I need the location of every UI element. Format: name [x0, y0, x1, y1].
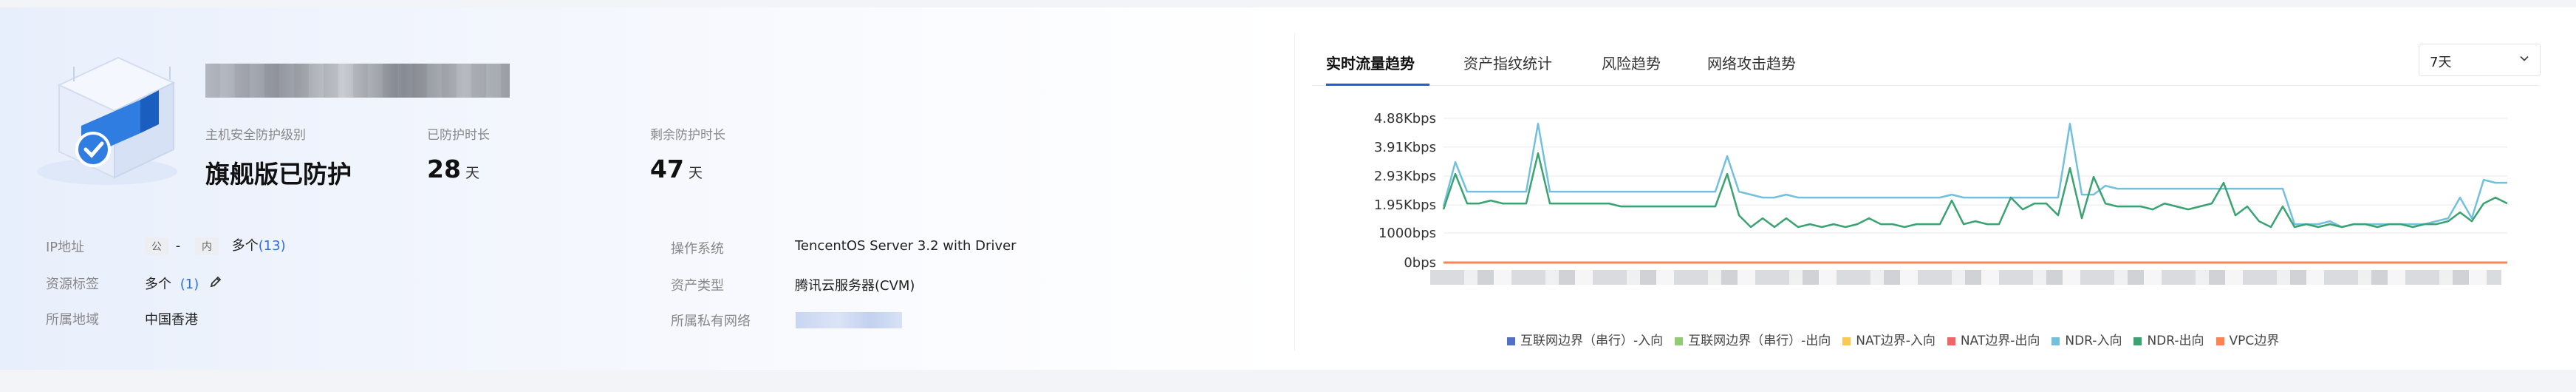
legend-label: NAT边界-出向 — [1960, 334, 2040, 348]
tab-risk-trend[interactable]: 风险趋势 — [1602, 52, 1661, 73]
panel-divider — [1294, 33, 1295, 351]
tab-network-attack-trend[interactable]: 网络攻击趋势 — [1707, 52, 1796, 73]
pencil-icon[interactable] — [209, 276, 222, 292]
protected-duration-unit: 天 — [465, 165, 479, 181]
resource-tags-row: 资源标签 — [46, 274, 99, 293]
legend-swatch — [1675, 337, 1684, 345]
legend-item[interactable]: NDR-入向 — [2051, 330, 2122, 348]
vpc-value-masked[interactable] — [796, 312, 902, 328]
active-tab-indicator — [1326, 84, 1429, 86]
realtime-traffic-chart: 0bps 1000bps 1.95Kbps 2.93Kbps 3.91Kbps 4.88K… — [1374, 111, 2508, 271]
chevron-down-icon — [2519, 53, 2529, 67]
time-range-value: 7天 — [2430, 55, 2452, 70]
protection-level-value: 旗舰版已防护 — [205, 160, 352, 189]
y-tick-label: 0bps — [1404, 255, 1436, 271]
resource-tags-value: 多个 — [145, 277, 171, 292]
legend-label: VPC边界 — [2229, 334, 2280, 348]
host-summary-panel: 主机安全防护级别 旗舰版已防护 已防护时长 28 天 剩余防护时长 47 天 IP地… — [0, 7, 1293, 370]
legend-swatch — [1842, 337, 1851, 345]
private-ip-count-link[interactable]: (13) — [259, 238, 286, 254]
y-tick-label: 2.93Kbps — [1374, 169, 1436, 184]
y-tick-label: 1.95Kbps — [1374, 197, 1436, 213]
legend-swatch — [2133, 337, 2142, 345]
region-values: 中国香港 — [145, 309, 198, 328]
stat-label: 主机安全防护级别 — [205, 128, 306, 143]
stat-label: 剩余防护时长 — [650, 128, 725, 143]
tab-realtime-traffic[interactable]: 实时流量趋势 — [1326, 52, 1415, 73]
legend-label: NDR-出向 — [2147, 334, 2204, 348]
remaining-duration-value: 47 — [650, 155, 684, 183]
asset-type-row: 资产类型 — [671, 275, 724, 294]
legend-swatch — [2215, 337, 2224, 345]
time-range-select[interactable]: 7天 — [2419, 44, 2541, 76]
asset-type-label: 资产类型 — [671, 278, 724, 294]
legend-label: 互联网边界（串行）-入向 — [1520, 334, 1664, 348]
legend-item[interactable]: NDR-出向 — [2133, 330, 2204, 348]
stat-label: 已防护时长 — [427, 128, 490, 143]
os-row: 操作系统 — [671, 238, 724, 257]
protected-duration-value: 28 — [427, 155, 461, 183]
public-ip-tag: 公 — [145, 237, 168, 255]
legend-swatch — [1507, 337, 1515, 345]
y-tick-label: 4.88Kbps — [1374, 111, 1436, 126]
ip-address-label: IP地址 — [46, 240, 85, 255]
resource-tags-label: 资源标签 — [46, 277, 99, 292]
y-tick-label: 1000bps — [1378, 226, 1436, 241]
asset-type-values: 腾讯云服务器(CVM) — [795, 275, 915, 294]
host-overview-card: 主机安全防护级别 旗舰版已防护 已防护时长 28 天 剩余防护时长 47 天 IP地… — [0, 7, 2576, 370]
legend-item[interactable]: NAT边界-入向 — [1842, 330, 1936, 348]
os-value: TencentOS Server 3.2 with Driver — [795, 238, 1017, 254]
ip-address-row: IP地址 — [46, 237, 84, 256]
private-ip-value: 多个 — [231, 238, 259, 254]
ip-address-values: 公 - 内 多个(13) — [145, 235, 286, 255]
region-value: 中国香港 — [145, 312, 198, 328]
trend-tabs: 实时流量趋势 资产指纹统计 风险趋势 网络攻击趋势 — [1312, 40, 2538, 86]
shield-server-icon — [30, 44, 192, 192]
legend-label: 互联网边界（串行）-出向 — [1688, 334, 1831, 348]
asset-type-value: 腾讯云服务器(CVM) — [795, 278, 915, 294]
y-tick-label: 3.91Kbps — [1374, 140, 1436, 155]
legend-swatch — [2051, 337, 2060, 345]
public-ip-value: - — [175, 238, 181, 254]
vpc-row: 所属私有网络 — [671, 311, 751, 330]
resource-tags-count-link[interactable]: (1) — [180, 277, 199, 292]
resource-tags-values: 多个 (1) — [145, 274, 222, 293]
protection-level-stat: 主机安全防护级别 旗舰版已防护 — [205, 124, 352, 190]
legend-item[interactable]: 互联网边界（串行）-出向 — [1675, 330, 1831, 348]
series-line — [1442, 152, 2508, 229]
legend-item[interactable]: VPC边界 — [2215, 330, 2280, 348]
legend-item[interactable]: 互联网边界（串行）-入向 — [1507, 330, 1663, 348]
os-label: 操作系统 — [671, 241, 724, 257]
protected-duration-stat: 已防护时长 28 天 — [427, 124, 490, 183]
legend-item[interactable]: NAT边界-出向 — [1947, 330, 2040, 348]
series-line — [1442, 122, 2507, 229]
x-axis-labels-masked — [1430, 270, 2501, 285]
region-label: 所属地域 — [46, 312, 99, 328]
legend-swatch — [1947, 337, 1955, 345]
remaining-duration-stat: 剩余防护时长 47 天 — [650, 124, 725, 183]
legend-label: NDR-入向 — [2065, 334, 2122, 348]
region-row: 所属地域 — [46, 309, 99, 328]
remaining-duration-unit: 天 — [688, 165, 703, 181]
host-name-masked — [205, 64, 510, 98]
private-ip-tag: 内 — [194, 237, 219, 255]
legend-label: NAT边界-入向 — [1856, 334, 1936, 348]
os-values: TencentOS Server 3.2 with Driver — [795, 238, 1017, 254]
vpc-label: 所属私有网络 — [671, 314, 751, 329]
chart-legend: 互联网边界（串行）-入向 互联网边界（串行）-出向 NAT边界-入向 NAT边界-出向… — [1507, 330, 2430, 348]
tab-asset-fingerprint[interactable]: 资产指纹统计 — [1463, 52, 1552, 73]
